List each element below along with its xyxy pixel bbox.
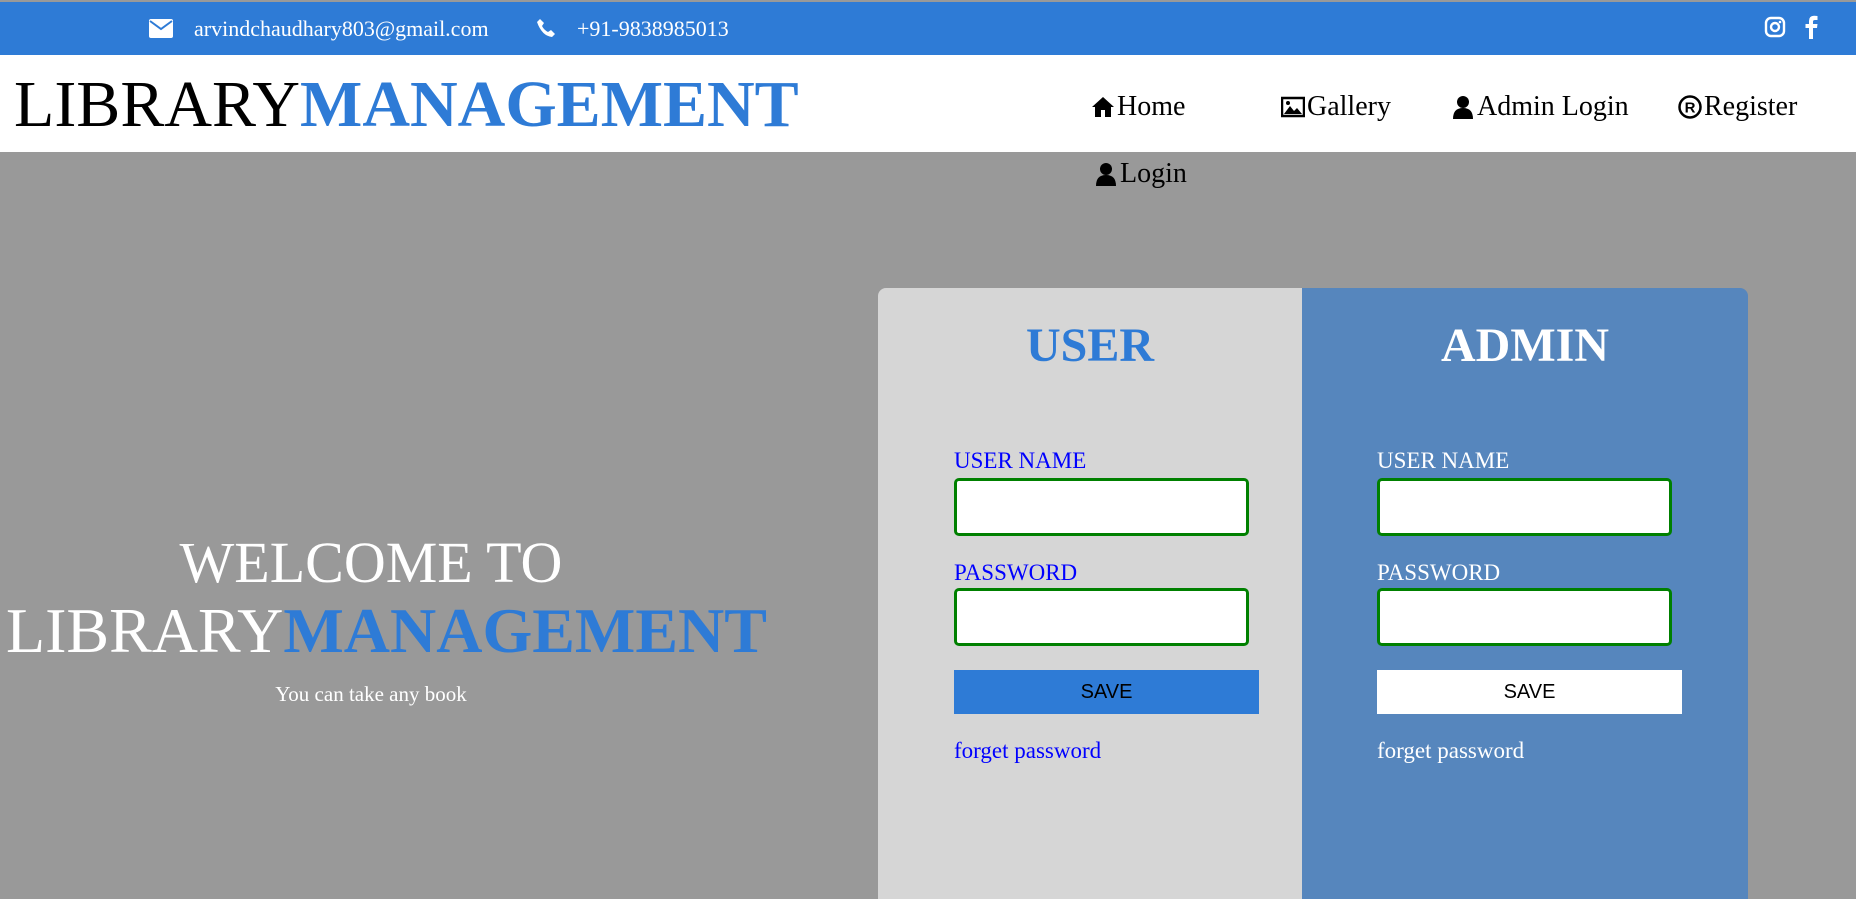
site-logo[interactable]: LIBRARYMANAGEMENT: [14, 72, 799, 138]
nav-register[interactable]: R Register: [1678, 91, 1797, 123]
admin-save-button[interactable]: SAVE: [1377, 670, 1682, 714]
user-forgot-password-link[interactable]: forget password: [954, 738, 1101, 764]
hero-part1: LIBRARY: [6, 595, 284, 666]
nav-label: Gallery: [1307, 91, 1391, 122]
phone-icon: [537, 19, 555, 37]
username-label: USER NAME: [1377, 448, 1510, 473]
user-login-panel: USER USER NAME PASSWORD SAVE forget pass…: [878, 288, 1302, 899]
nav-gallery[interactable]: Gallery: [1281, 91, 1391, 123]
username-label: USER NAME: [954, 448, 1087, 473]
user-icon: [1453, 96, 1473, 119]
admin-username-input[interactable]: [1377, 478, 1672, 536]
user-password-input[interactable]: [954, 588, 1249, 646]
logo-part1: LIBRARY: [14, 68, 301, 141]
nav-label: Home: [1117, 91, 1186, 122]
user-panel-title: USER: [1025, 319, 1155, 372]
site-header: LIBRARYMANAGEMENT Home Gallery Admin Log…: [0, 55, 1856, 152]
user-username-input[interactable]: [954, 478, 1249, 536]
hero: WELCOME TO LIBRARYMANAGEMENT You can tak…: [6, 530, 767, 707]
nav-login[interactable]: Login: [1094, 158, 1187, 190]
admin-panel-title: ADMIN: [1441, 319, 1609, 372]
envelope-icon: [149, 19, 173, 38]
user-icon: [1096, 163, 1116, 186]
contact-bar: arvindchaudhary803@gmail.com +91-9838985…: [0, 2, 1856, 55]
nav-label: Login: [1120, 158, 1187, 189]
home-icon: [1092, 97, 1114, 117]
hero-heading-line2: LIBRARYMANAGEMENT: [6, 595, 767, 666]
logo-part2: MANAGEMENT: [300, 68, 799, 141]
admin-login-panel: ADMIN USER NAME PASSWORD SAVE forget pas…: [1302, 288, 1748, 899]
admin-password-input[interactable]: [1377, 588, 1672, 646]
nav-home[interactable]: Home: [1091, 91, 1185, 123]
instagram-icon[interactable]: [1764, 16, 1786, 38]
svg-text:R: R: [1685, 100, 1696, 117]
hero-part2: MANAGEMENT: [283, 595, 767, 666]
facebook-icon[interactable]: [1805, 15, 1818, 39]
hero-heading-line1: WELCOME TO: [179, 530, 563, 595]
image-icon: [1281, 96, 1305, 118]
nav-admin-login[interactable]: Admin Login: [1451, 91, 1629, 123]
hero-tagline: You can take any book: [275, 682, 467, 706]
user-save-button[interactable]: SAVE: [954, 670, 1259, 714]
registered-icon: R: [1678, 95, 1702, 119]
password-label: PASSWORD: [954, 560, 1078, 585]
contact-phone[interactable]: +91-9838985013: [577, 16, 729, 42]
contact-email[interactable]: arvindchaudhary803@gmail.com: [194, 16, 489, 42]
password-label: PASSWORD: [1377, 560, 1501, 585]
nav-label: Admin Login: [1477, 91, 1629, 122]
admin-forgot-password-link[interactable]: forget password: [1377, 738, 1524, 764]
nav-label: Register: [1704, 91, 1798, 122]
